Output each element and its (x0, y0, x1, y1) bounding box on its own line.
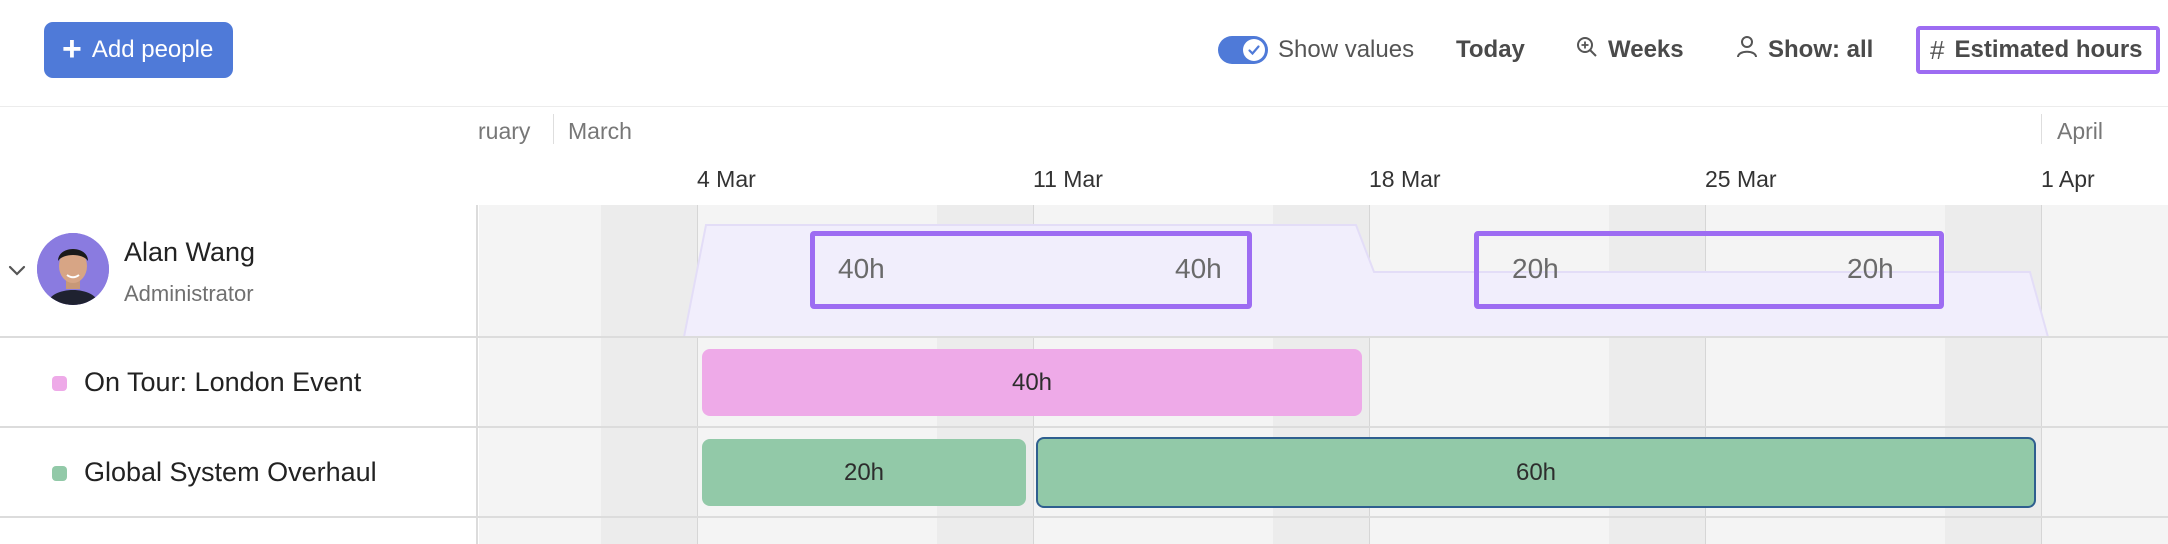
summary-hours: 20h (1512, 253, 1559, 284)
project-row[interactable]: Global System Overhaul (0, 428, 478, 518)
month-label-april: April (2057, 118, 2104, 144)
weeks-zoom-button[interactable]: Weeks (1576, 28, 1684, 72)
show-values-toggle-group[interactable]: Show values (1218, 28, 1414, 72)
week-label: 1 Apr (2041, 166, 2095, 192)
person-icon (1736, 35, 1758, 66)
show-values-label: Show values (1278, 36, 1415, 63)
month-header: ruary March April (0, 108, 2168, 152)
week-label: 4 Mar (697, 166, 756, 192)
month-label-march: March (568, 118, 632, 144)
project-row[interactable]: On Tour: London Event (0, 338, 478, 428)
allocation-bar[interactable]: 40h (702, 349, 1362, 416)
project-color-dot (52, 376, 67, 391)
week-label: 11 Mar (1033, 166, 1103, 192)
zoom-icon (1576, 36, 1598, 65)
summary-hours: 40h (838, 253, 885, 284)
show-filter-button[interactable]: Show: all (1736, 28, 1873, 72)
month-divider (553, 114, 554, 144)
summary-hours: 40h (1175, 253, 1222, 284)
allocation-bar[interactable]: 20h (702, 439, 1026, 506)
summary-hours: 20h (1847, 253, 1894, 284)
week-header: 4 Mar 11 Mar 18 Mar 25 Mar 1 Apr (0, 152, 2168, 205)
project-name: On Tour: London Event (84, 367, 362, 397)
toolbar: + Add people Show values Today Weeks Sho… (0, 0, 2168, 107)
plus-icon: + (62, 29, 82, 68)
avatar (37, 233, 109, 305)
person-row[interactable]: Alan Wang Administrator (0, 205, 478, 337)
show-all-label: Show: all (1768, 36, 1874, 63)
allocation-bar-selected[interactable]: 60h (1036, 437, 2036, 508)
person-role: Administrator (124, 281, 254, 306)
project-name: Global System Overhaul (84, 457, 377, 487)
person-name: Alan Wang (124, 237, 256, 267)
today-button[interactable]: Today (1456, 28, 1525, 72)
week-label: 25 Mar (1705, 166, 1777, 192)
chevron-down-icon[interactable] (6, 259, 28, 281)
add-people-button[interactable]: + Add people (44, 22, 234, 78)
show-values-toggle[interactable] (1218, 36, 1268, 64)
allocation-hours: 60h (1515, 458, 1557, 486)
allocation-hours: 20h (843, 458, 885, 486)
estimated-hours-label: Estimated hours (1954, 36, 2143, 63)
allocation-hours: 40h (1011, 368, 1053, 396)
schedule-grid: Alan Wang Administrator 40h 40h 20h 20h … (0, 205, 2168, 544)
estimated-hours-button[interactable]: # Estimated hours (1916, 26, 2160, 74)
today-label: Today (1456, 36, 1525, 63)
row-divider (0, 516, 2168, 518)
week-label: 18 Mar (1369, 166, 1441, 192)
month-divider (2041, 114, 2042, 144)
weeks-label: Weeks (1608, 36, 1684, 63)
add-people-label: Add people (91, 36, 214, 63)
hash-icon: # (1930, 34, 1945, 65)
month-label-february: ruary (478, 118, 531, 144)
check-icon (1243, 39, 1265, 61)
project-color-dot (52, 466, 67, 481)
